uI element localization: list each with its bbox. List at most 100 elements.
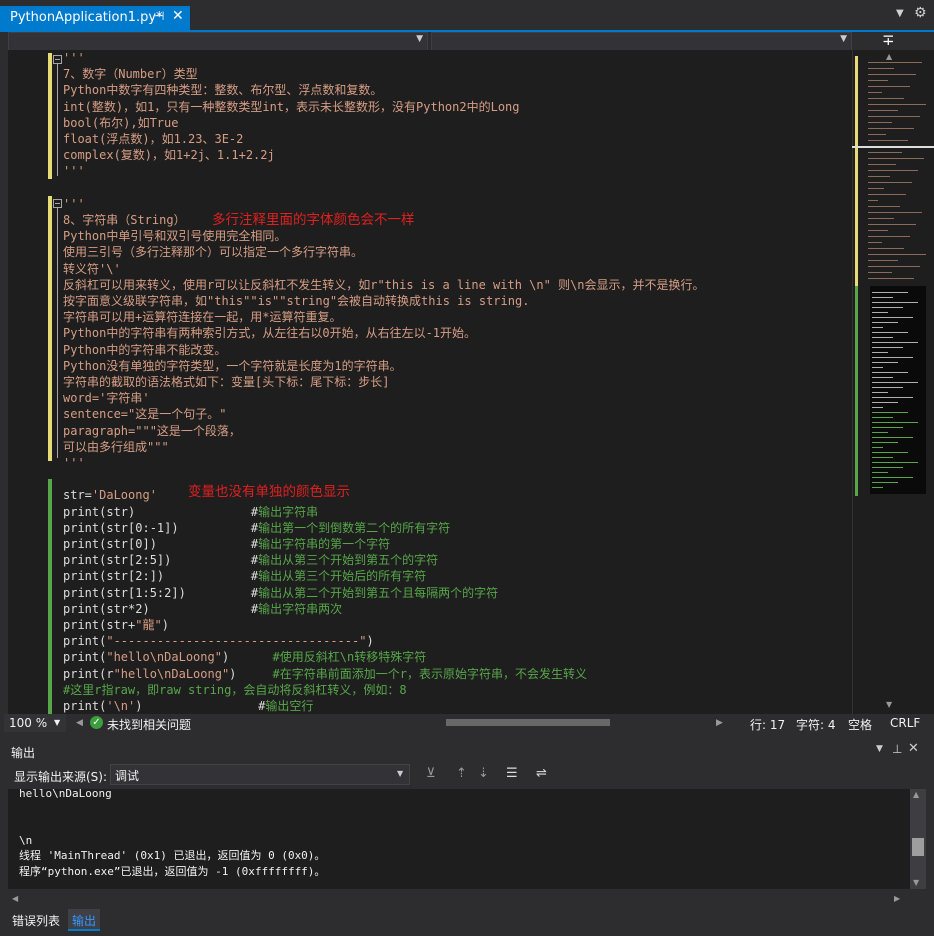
code-text: Python中数字有四种类型：整数、布尔型、浮点数和复数。 — [63, 83, 383, 98]
code-string: "----------------------------------" — [106, 634, 367, 649]
code-line: print(str[1:5:2]) #输出从第二个开始到第五个且每隔两个的字符 — [63, 585, 498, 601]
code-line: print(str[0:-1]) #输出第一个到倒数第二个的所有字符 — [63, 520, 450, 536]
tab-output-label: 输出 — [72, 914, 97, 928]
code-token: print(str[0:-1]) # — [63, 520, 259, 535]
document-tab[interactable]: PythonApplication1.py* ⊣ ✕ — [0, 6, 190, 30]
minimap-line — [872, 397, 913, 398]
close-icon[interactable]: ✕ — [908, 741, 919, 756]
change-marker — [48, 53, 52, 179]
code-comment: 输出字符串两次 — [258, 601, 343, 616]
code-line: word='字符串' — [63, 390, 150, 406]
minimap-change-bar — [855, 286, 858, 496]
code-text: ''' — [63, 51, 85, 65]
next-message-icon[interactable]: ⇣ — [478, 766, 489, 781]
horizontal-scroll-thumb[interactable] — [446, 719, 610, 726]
minimap-line — [868, 224, 916, 225]
code-text: 转义符'\' — [63, 261, 121, 276]
minimap-line — [868, 128, 914, 129]
code-token: ) — [229, 666, 273, 681]
minimap-line — [872, 352, 888, 353]
minimap-line — [868, 236, 910, 237]
output-line: 程序“python.exe”已退出，返回值为 -1 (0xffffffff)。 — [19, 865, 326, 878]
minimap-line — [872, 432, 888, 433]
output-scroll-thumb[interactable] — [912, 838, 924, 856]
code-line: print(str[2:]) #输出从第三个开始后的所有字符 — [63, 568, 426, 584]
scroll-right-arrow-icon[interactable]: ▶ — [894, 894, 900, 903]
minimap-line — [872, 332, 908, 333]
code-line: str='DaLoong' — [63, 487, 157, 503]
scroll-left-arrow-icon[interactable]: ◀ — [76, 718, 83, 728]
tab-output[interactable]: 输出 — [68, 909, 100, 931]
gear-icon[interactable]: ⚙ — [914, 5, 927, 21]
code-line: 字符串可以用+运算符连接在一起，用*运算符重复。 — [63, 309, 341, 325]
issues-status[interactable]: 未找到相关问题 — [107, 716, 191, 733]
scroll-up-arrow-icon[interactable]: ▲ — [913, 790, 919, 799]
nav-member-dropdown[interactable]: ▼ — [431, 32, 852, 51]
code-line: ''' — [63, 163, 85, 179]
scroll-right-arrow-icon[interactable]: ▶ — [716, 718, 723, 728]
output-horizontal-scrollbar[interactable] — [8, 889, 910, 907]
code-token: print(r — [63, 666, 114, 681]
minimap-line — [872, 477, 913, 478]
code-line: 字符串的截取的语法格式如下：变量[头下标：尾下标：步长] — [63, 374, 389, 390]
code-comment: 输出从第三个开始后的所有字符 — [258, 569, 427, 584]
output-source-select[interactable]: 调试 ▼ — [110, 764, 410, 785]
code-token: print(str) # — [63, 504, 259, 519]
code-comment: 输出从第二个开始到第五个且每隔两个的字符 — [258, 585, 499, 600]
code-text: ''' — [63, 164, 85, 179]
previous-message-icon[interactable]: ⇡ — [456, 766, 467, 781]
code-comment: #使用反斜杠\n转移特殊字符 — [272, 650, 427, 665]
minimap-line — [872, 312, 888, 313]
code-line: Python中数字有四种类型：整数、布尔型、浮点数和复数。 — [63, 82, 382, 98]
find-message-icon[interactable]: ⊻ — [426, 766, 436, 781]
code-token: print(str[2:5]) # — [63, 553, 259, 568]
minimap-line — [872, 412, 908, 413]
minimap-line — [868, 68, 894, 69]
minimap-line — [868, 86, 910, 87]
scroll-up-arrow-icon[interactable]: ▲ — [886, 52, 892, 61]
scroll-down-arrow-icon[interactable]: ▼ — [913, 878, 919, 887]
code-comment: 输出第一个到倒数第二个的所有字符 — [258, 520, 451, 535]
code-line: print('\n') #输出空行 — [63, 698, 313, 714]
code-token: print(str[0]) # — [63, 537, 259, 551]
code-text: 使用三引号（多行注释那个）可以指定一个多行字符串。 — [63, 245, 364, 260]
code-line: 使用三引号（多行注释那个）可以指定一个多行字符串。 — [63, 244, 363, 260]
minimap-line — [872, 297, 893, 298]
minimap-line — [868, 278, 914, 279]
whitespace-status[interactable]: 空格 — [848, 716, 872, 733]
code-line: ''' — [63, 455, 85, 471]
char-number-status[interactable]: 字符: 4 — [796, 716, 836, 733]
pin-icon[interactable]: ⊥ — [892, 742, 902, 756]
split-window-icon[interactable]: ∓ — [882, 31, 895, 49]
line-number-status[interactable]: 行: 17 — [750, 716, 785, 733]
scroll-down-arrow-icon[interactable]: ▼ — [886, 700, 892, 709]
tab-error-list[interactable]: 错误列表 — [12, 912, 60, 929]
minimap-line — [868, 272, 892, 273]
nav-scope-dropdown[interactable]: ▼ — [8, 32, 428, 51]
minimap-change-bar — [855, 154, 858, 174]
minimap-line — [872, 357, 913, 358]
fold-toggle[interactable] — [53, 55, 62, 64]
code-text: Python中的字符串有两种索引方式，从左往右以0开始，从右往左以-1开始。 — [63, 326, 477, 341]
fold-line — [57, 208, 58, 458]
code-token: str= — [63, 488, 92, 503]
scroll-left-arrow-icon[interactable]: ◀ — [12, 894, 18, 903]
word-wrap-icon[interactable]: ⇌ — [536, 766, 547, 781]
code-comment: #在字符串前面添加一个r，表示原始字符串，不会发生转义 — [272, 666, 587, 681]
close-icon[interactable]: ✕ — [172, 8, 184, 24]
minimap-line — [868, 182, 912, 183]
minimap-line — [868, 260, 898, 261]
tab-list-dropdown-icon[interactable]: ▼ — [896, 8, 904, 19]
minimap-line — [868, 164, 896, 165]
document-tab-title: PythonApplication1.py* — [10, 10, 163, 25]
pin-icon[interactable]: ⊣ — [154, 9, 164, 23]
line-ending-status[interactable]: CRLF — [890, 716, 920, 730]
code-line: ''' — [63, 196, 85, 212]
fold-toggle[interactable] — [53, 199, 62, 208]
minimap-line — [872, 482, 898, 483]
code-text: paragraph="""这是一个段落， — [63, 423, 241, 438]
clear-all-icon[interactable]: ☰ — [506, 766, 518, 781]
panel-menu-icon[interactable]: ▼ — [876, 744, 883, 754]
zoom-dropdown[interactable]: 100 % ▼ — [4, 714, 66, 732]
code-line: float(浮点数)，如1.23、3E-2 — [63, 131, 243, 147]
